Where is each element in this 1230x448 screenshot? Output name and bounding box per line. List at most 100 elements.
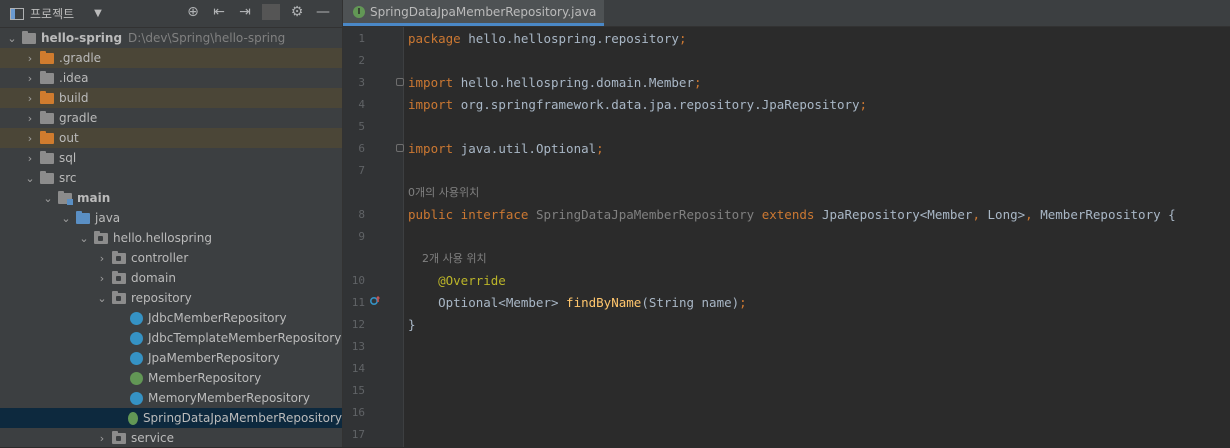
fold-toggle-icon[interactable] — [396, 78, 404, 86]
package-icon — [112, 290, 126, 304]
code-area[interactable]: 1 package hello.hellospring.repository; 2 3… — [343, 27, 1230, 447]
code-token: } — [408, 316, 416, 332]
code-token: import — [408, 74, 461, 90]
project-panel-header: 프로젝트 ▼ ⊕ ⇤ ⇥ ⚙ — — [0, 0, 342, 28]
code-line: 12} — [343, 313, 1230, 335]
chevron-down-icon[interactable]: ▼ — [94, 8, 102, 19]
code-token: import — [408, 140, 461, 156]
tree-item-label: JdbcMemberRepository — [148, 311, 287, 325]
tree-item[interactable]: ›JdbcTemplateMemberRepository — [0, 328, 342, 348]
chevron-down-icon[interactable]: ⌄ — [96, 292, 108, 305]
package-icon — [112, 430, 126, 444]
code-text: package hello.hellospring.repository; — [408, 31, 686, 46]
locate-file-icon[interactable]: ⊕ — [184, 4, 202, 20]
folder-icon — [22, 30, 36, 44]
usage-hint: 2개 사용 위치 — [408, 252, 487, 265]
project-panel-title[interactable]: 프로젝트 — [30, 5, 74, 22]
chevron-down-icon[interactable]: ⌄ — [60, 212, 72, 225]
code-token: hello.hellospring.repository — [468, 30, 679, 46]
gear-icon[interactable]: ⚙ — [288, 4, 306, 20]
project-tree: ⌄ hello-spring D:\dev\Spring\hello-spring ›… — [0, 28, 342, 448]
expand-all-icon[interactable]: ⇤ — [210, 4, 228, 20]
chevron-down-icon[interactable]: ⌄ — [78, 232, 90, 245]
usage-hint-line[interactable]: 0개의 사용위치 — [343, 181, 1230, 203]
code-text: import java.util.Optional; — [408, 141, 604, 156]
code-line: 3 import hello.hellospring.domain.Member; — [343, 71, 1230, 93]
line-number: 7 — [358, 163, 365, 177]
tree-item[interactable]: › build — [0, 88, 342, 108]
folder-icon — [40, 90, 54, 104]
tree-item[interactable]: ›MemberRepository — [0, 368, 342, 388]
code-text: import org.springframework.data.jpa.repo… — [408, 97, 867, 112]
code-token: ; — [739, 294, 747, 310]
code-line: 13 — [343, 335, 1230, 357]
tree-item[interactable]: ⌄ hello.hellospring — [0, 228, 342, 248]
chevron-down-icon[interactable]: ⌄ — [42, 192, 54, 205]
chevron-right-icon[interactable]: › — [96, 272, 108, 285]
tree-item[interactable]: ⌄ main — [0, 188, 342, 208]
tree-item[interactable]: › .gradle — [0, 48, 342, 68]
tree-item[interactable]: › out — [0, 128, 342, 148]
folder-icon — [40, 130, 54, 144]
line-number: 2 — [358, 53, 365, 67]
code-token: org.springframework.data.jpa.repository.… — [460, 96, 860, 112]
code-token: MemberRepository { — [1040, 206, 1176, 222]
tree-item[interactable]: › .idea — [0, 68, 342, 88]
tree-item[interactable]: › sql — [0, 148, 342, 168]
tree-item[interactable]: ⌄ src — [0, 168, 342, 188]
fold-toggle-icon[interactable] — [396, 144, 404, 152]
tree-item[interactable]: › domain — [0, 268, 342, 288]
project-path: D:\dev\Spring\hello-spring — [128, 31, 286, 45]
line-number: 12 — [351, 317, 365, 331]
tree-item-label: service — [131, 431, 174, 445]
hide-panel-icon[interactable]: — — [314, 4, 332, 20]
tree-item[interactable]: ›JdbcMemberRepository — [0, 308, 342, 328]
chevron-right-icon[interactable]: › — [24, 72, 36, 85]
override-marker-icon[interactable] — [369, 295, 381, 310]
tab-springdatajpamemberrepository[interactable]: I SpringDataJpaMemberRepository.java — [343, 0, 605, 26]
chevron-right-icon[interactable]: › — [96, 432, 108, 445]
chevron-right-icon[interactable]: › — [24, 132, 36, 145]
code-text: } — [408, 317, 416, 332]
chevron-right-icon[interactable]: › — [96, 252, 108, 265]
tree-item[interactable]: ›SpringDataJpaMemberRepository — [0, 408, 342, 428]
code-line: 4 import org.springframework.data.jpa.rep… — [343, 93, 1230, 115]
tree-item[interactable]: ⌄ repository — [0, 288, 342, 308]
code-token: , — [1025, 206, 1041, 222]
chevron-right-icon[interactable]: › — [24, 52, 36, 65]
tree-item-label: main — [77, 191, 111, 205]
chevron-right-icon[interactable]: › — [24, 152, 36, 165]
chevron-right-icon[interactable]: › — [24, 112, 36, 125]
tree-item[interactable]: › controller — [0, 248, 342, 268]
project-panel: 프로젝트 ▼ ⊕ ⇤ ⇥ ⚙ — ⌄ hello-spring D:\dev\Spr… — [0, 0, 342, 447]
tree-item[interactable]: ⌄ java — [0, 208, 342, 228]
code-token: @Override — [408, 272, 506, 288]
tree-item[interactable]: ›JpaMemberRepository — [0, 348, 342, 368]
chevron-down-icon[interactable]: ⌄ — [24, 172, 36, 185]
tree-item[interactable]: › service — [0, 428, 342, 448]
class-icon — [130, 391, 143, 405]
usage-hint-line[interactable]: 2개 사용 위치 — [343, 247, 1230, 269]
usage-hint: 0개의 사용위치 — [408, 186, 480, 199]
tree-item-label: domain — [131, 271, 176, 285]
chevron-down-icon[interactable]: ⌄ — [6, 32, 18, 45]
class-icon — [130, 311, 143, 325]
line-number: 16 — [351, 405, 365, 419]
tree-item-label: SpringDataJpaMemberRepository — [142, 411, 342, 425]
chevron-right-icon[interactable]: › — [24, 92, 36, 105]
tree-item-label: src — [59, 171, 77, 185]
tree-item[interactable]: ›MemoryMemberRepository — [0, 388, 342, 408]
code-token: , — [972, 206, 988, 222]
line-number: 15 — [351, 383, 365, 397]
code-line: 1 package hello.hellospring.repository; — [343, 27, 1230, 49]
folder-icon — [40, 70, 54, 84]
tree-item-label: controller — [131, 251, 189, 265]
code-line: 16 — [343, 401, 1230, 423]
tree-item[interactable]: ⌄ hello-spring D:\dev\Spring\hello-spring — [0, 28, 342, 48]
package-icon — [112, 250, 126, 264]
tree-item[interactable]: › gradle — [0, 108, 342, 128]
collapse-all-icon[interactable]: ⇥ — [236, 4, 254, 20]
line-number: 11 — [351, 295, 365, 309]
interface-icon — [127, 411, 138, 425]
folder-icon — [58, 190, 73, 205]
